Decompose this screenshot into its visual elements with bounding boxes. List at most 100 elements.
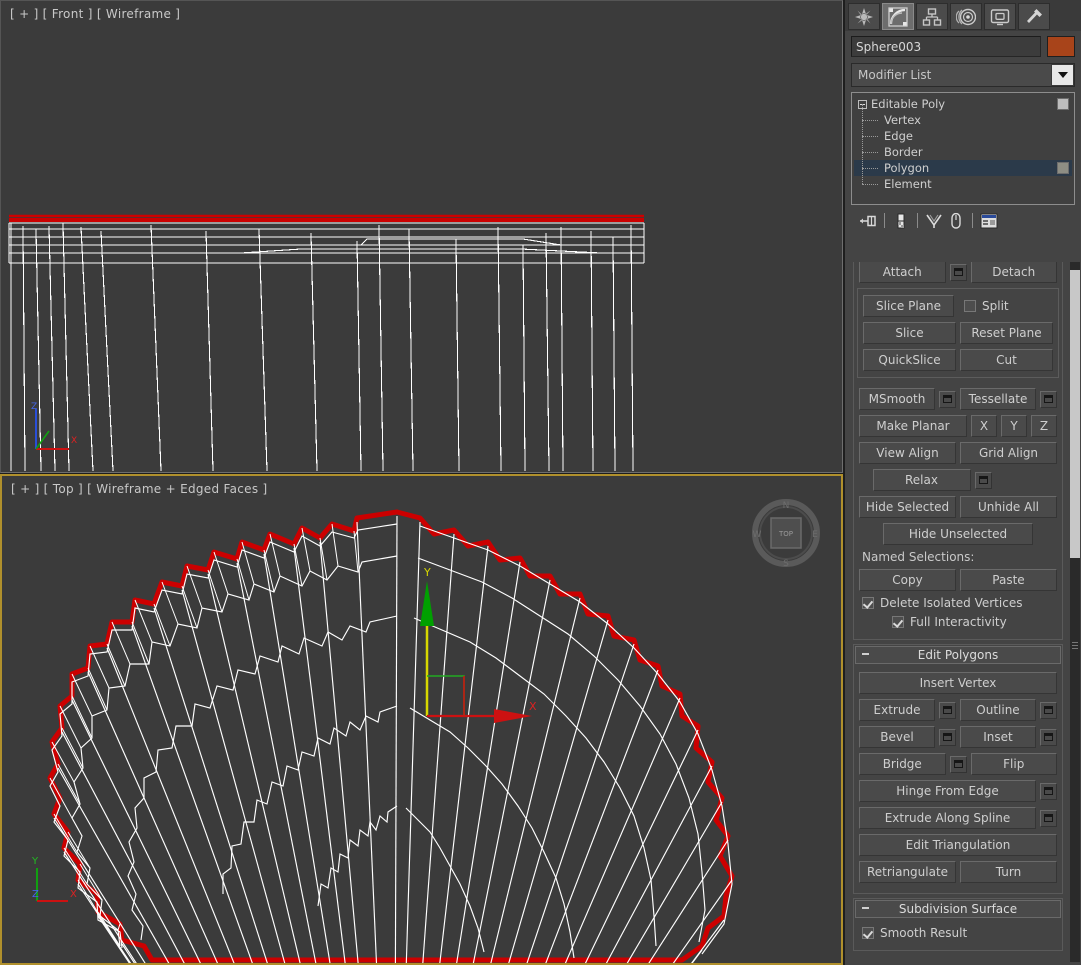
- retriangulate-button[interactable]: Retriangulate: [859, 861, 956, 883]
- outline-settings-button[interactable]: [1040, 701, 1057, 719]
- svg-text:W: W: [753, 530, 762, 540]
- tab-utilities[interactable]: [1018, 3, 1050, 30]
- object-name-input[interactable]: Sphere003: [851, 36, 1041, 57]
- attach-button[interactable]: Attach: [859, 262, 946, 283]
- hide-unselected-button[interactable]: Hide Unselected: [883, 523, 1033, 545]
- make-unique-icon[interactable]: [923, 211, 945, 231]
- unhide-all-button[interactable]: Unhide All: [960, 496, 1057, 518]
- split-checkbox[interactable]: [964, 300, 976, 312]
- msmooth-settings-button[interactable]: [939, 390, 956, 408]
- command-panel-scrollbar[interactable]: [1070, 262, 1080, 962]
- modifier-stack[interactable]: Editable Poly Vertex Edge Border Polygon: [851, 92, 1075, 205]
- inset-settings-button[interactable]: [1040, 728, 1057, 746]
- copy-button[interactable]: Copy: [859, 569, 956, 591]
- hinge-from-edge-button[interactable]: Hinge From Edge: [859, 780, 1036, 802]
- viewcube[interactable]: TOP N S E W: [749, 496, 823, 570]
- stack-item-polygon[interactable]: Polygon: [854, 152, 1072, 176]
- rollout-title: Edit Polygons: [917, 648, 999, 662]
- hide-row: Hide Selected Unhide All: [859, 496, 1057, 518]
- msmooth-tessellate-row: MSmooth Tessellate: [859, 388, 1057, 410]
- make-planar-x-button[interactable]: X: [971, 415, 997, 437]
- smooth-result-row[interactable]: Smooth Result: [862, 926, 1057, 940]
- stack-item-label: Editable Poly: [871, 97, 946, 111]
- utilities-hammer-icon: [1027, 8, 1042, 23]
- tab-motion[interactable]: [950, 3, 982, 30]
- rollout-subdivision-surface-header[interactable]: Subdivision Surface: [855, 900, 1061, 918]
- chevron-down-icon[interactable]: [1051, 64, 1074, 86]
- stack-item-border[interactable]: Border: [854, 136, 1072, 160]
- full-interactivity-checkbox[interactable]: [892, 616, 904, 628]
- delete-isolated-vertices-row[interactable]: Delete Isolated Vertices: [862, 596, 1057, 610]
- make-planar-button[interactable]: Make Planar: [859, 415, 967, 437]
- attach-detach-row: Attach Detach: [859, 262, 1057, 283]
- paste-button[interactable]: Paste: [960, 569, 1057, 591]
- show-end-result-icon[interactable]: [890, 211, 912, 231]
- split-checkbox-row[interactable]: Split: [958, 299, 1053, 313]
- rollout-scroll-area[interactable]: Attach Detach Slice Plane Split Slice Re…: [845, 262, 1081, 965]
- msmooth-button[interactable]: MSmooth: [859, 388, 935, 410]
- view-align-button[interactable]: View Align: [859, 442, 956, 464]
- flip-button[interactable]: Flip: [970, 753, 1057, 775]
- cut-button[interactable]: Cut: [960, 349, 1053, 371]
- relax-settings-button[interactable]: [974, 471, 992, 489]
- tab-modify[interactable]: [882, 3, 914, 30]
- grid-align-button[interactable]: Grid Align: [960, 442, 1057, 464]
- tessellate-button[interactable]: Tessellate: [960, 388, 1036, 410]
- bridge-button[interactable]: Bridge: [859, 753, 946, 775]
- inset-button[interactable]: Inset: [960, 726, 1036, 748]
- stack-item-label: Element: [884, 177, 932, 191]
- stack-item-element[interactable]: Element: [854, 168, 1072, 192]
- outline-button[interactable]: Outline: [960, 699, 1036, 721]
- svg-text:Z: Z: [32, 889, 39, 900]
- hinge-from-edge-settings-button[interactable]: [1040, 782, 1057, 800]
- modifier-list-dropdown[interactable]: Modifier List: [851, 63, 1075, 87]
- slice-button[interactable]: Slice: [863, 322, 956, 344]
- remove-modifier-icon[interactable]: [945, 211, 967, 231]
- stack-item-label: Vertex: [884, 113, 921, 127]
- scrollbar-thumb[interactable]: [1070, 270, 1080, 558]
- rollout-edit-polygons-header[interactable]: Edit Polygons: [855, 646, 1061, 664]
- slice-plane-button[interactable]: Slice Plane: [863, 295, 954, 317]
- tessellate-settings-button[interactable]: [1040, 390, 1057, 408]
- tab-create[interactable]: [848, 3, 880, 30]
- delete-isolated-vertices-checkbox[interactable]: [862, 597, 874, 609]
- full-interactivity-row[interactable]: Full Interactivity: [892, 615, 1057, 629]
- viewport-front-label: [ + ] [ Front ] [ Wireframe ]: [10, 7, 181, 21]
- turn-button[interactable]: Turn: [960, 861, 1057, 883]
- tab-hierarchy[interactable]: [916, 3, 948, 30]
- extrude-along-spline-button[interactable]: Extrude Along Spline: [859, 807, 1036, 829]
- stack-item-editable-poly[interactable]: Editable Poly: [854, 96, 1072, 112]
- bridge-settings-button[interactable]: [949, 755, 967, 773]
- scrollbar-grip[interactable]: [1072, 642, 1078, 652]
- stack-item-edge[interactable]: Edge: [854, 120, 1072, 144]
- reset-plane-button[interactable]: Reset Plane: [960, 322, 1053, 344]
- quickslice-button[interactable]: QuickSlice: [863, 349, 956, 371]
- stack-item-vertex[interactable]: Vertex: [854, 104, 1072, 128]
- make-planar-z-button[interactable]: Z: [1031, 415, 1057, 437]
- extrude-along-spline-settings-button[interactable]: [1040, 809, 1057, 827]
- create-star-icon: [855, 7, 873, 26]
- viewport-front[interactable]: Z X [ + ] [ Front ] [ Wireframe ]: [0, 0, 843, 473]
- collapse-icon: [862, 653, 869, 655]
- viewport-top[interactable]: Y X Y X Z [ + ] [ Top ] [ Wireframe + Ed…: [0, 474, 843, 965]
- smooth-result-checkbox[interactable]: [862, 927, 874, 939]
- tab-display[interactable]: [984, 3, 1016, 30]
- relax-button[interactable]: Relax: [872, 469, 971, 491]
- attach-settings-button[interactable]: [949, 263, 967, 281]
- stack-light-toggle-icon[interactable]: [1057, 98, 1069, 110]
- bevel-settings-button[interactable]: [939, 728, 956, 746]
- extrude-settings-button[interactable]: [939, 701, 956, 719]
- detach-button[interactable]: Detach: [970, 262, 1057, 283]
- edit-triangulation-button[interactable]: Edit Triangulation: [859, 834, 1057, 856]
- extrude-button[interactable]: Extrude: [859, 699, 935, 721]
- make-planar-y-button[interactable]: Y: [1001, 415, 1027, 437]
- stack-light-toggle-icon[interactable]: [1057, 162, 1069, 174]
- object-color-swatch[interactable]: [1047, 36, 1075, 57]
- hide-selected-button[interactable]: Hide Selected: [859, 496, 956, 518]
- configure-modifier-sets-icon[interactable]: [978, 211, 1000, 231]
- viewport-top-label: [ + ] [ Top ] [ Wireframe + Edged Faces …: [11, 482, 268, 496]
- hide-unselected-row: Hide Unselected: [859, 523, 1057, 545]
- insert-vertex-button[interactable]: Insert Vertex: [859, 672, 1057, 694]
- pin-stack-icon[interactable]: [857, 211, 879, 231]
- bevel-button[interactable]: Bevel: [859, 726, 935, 748]
